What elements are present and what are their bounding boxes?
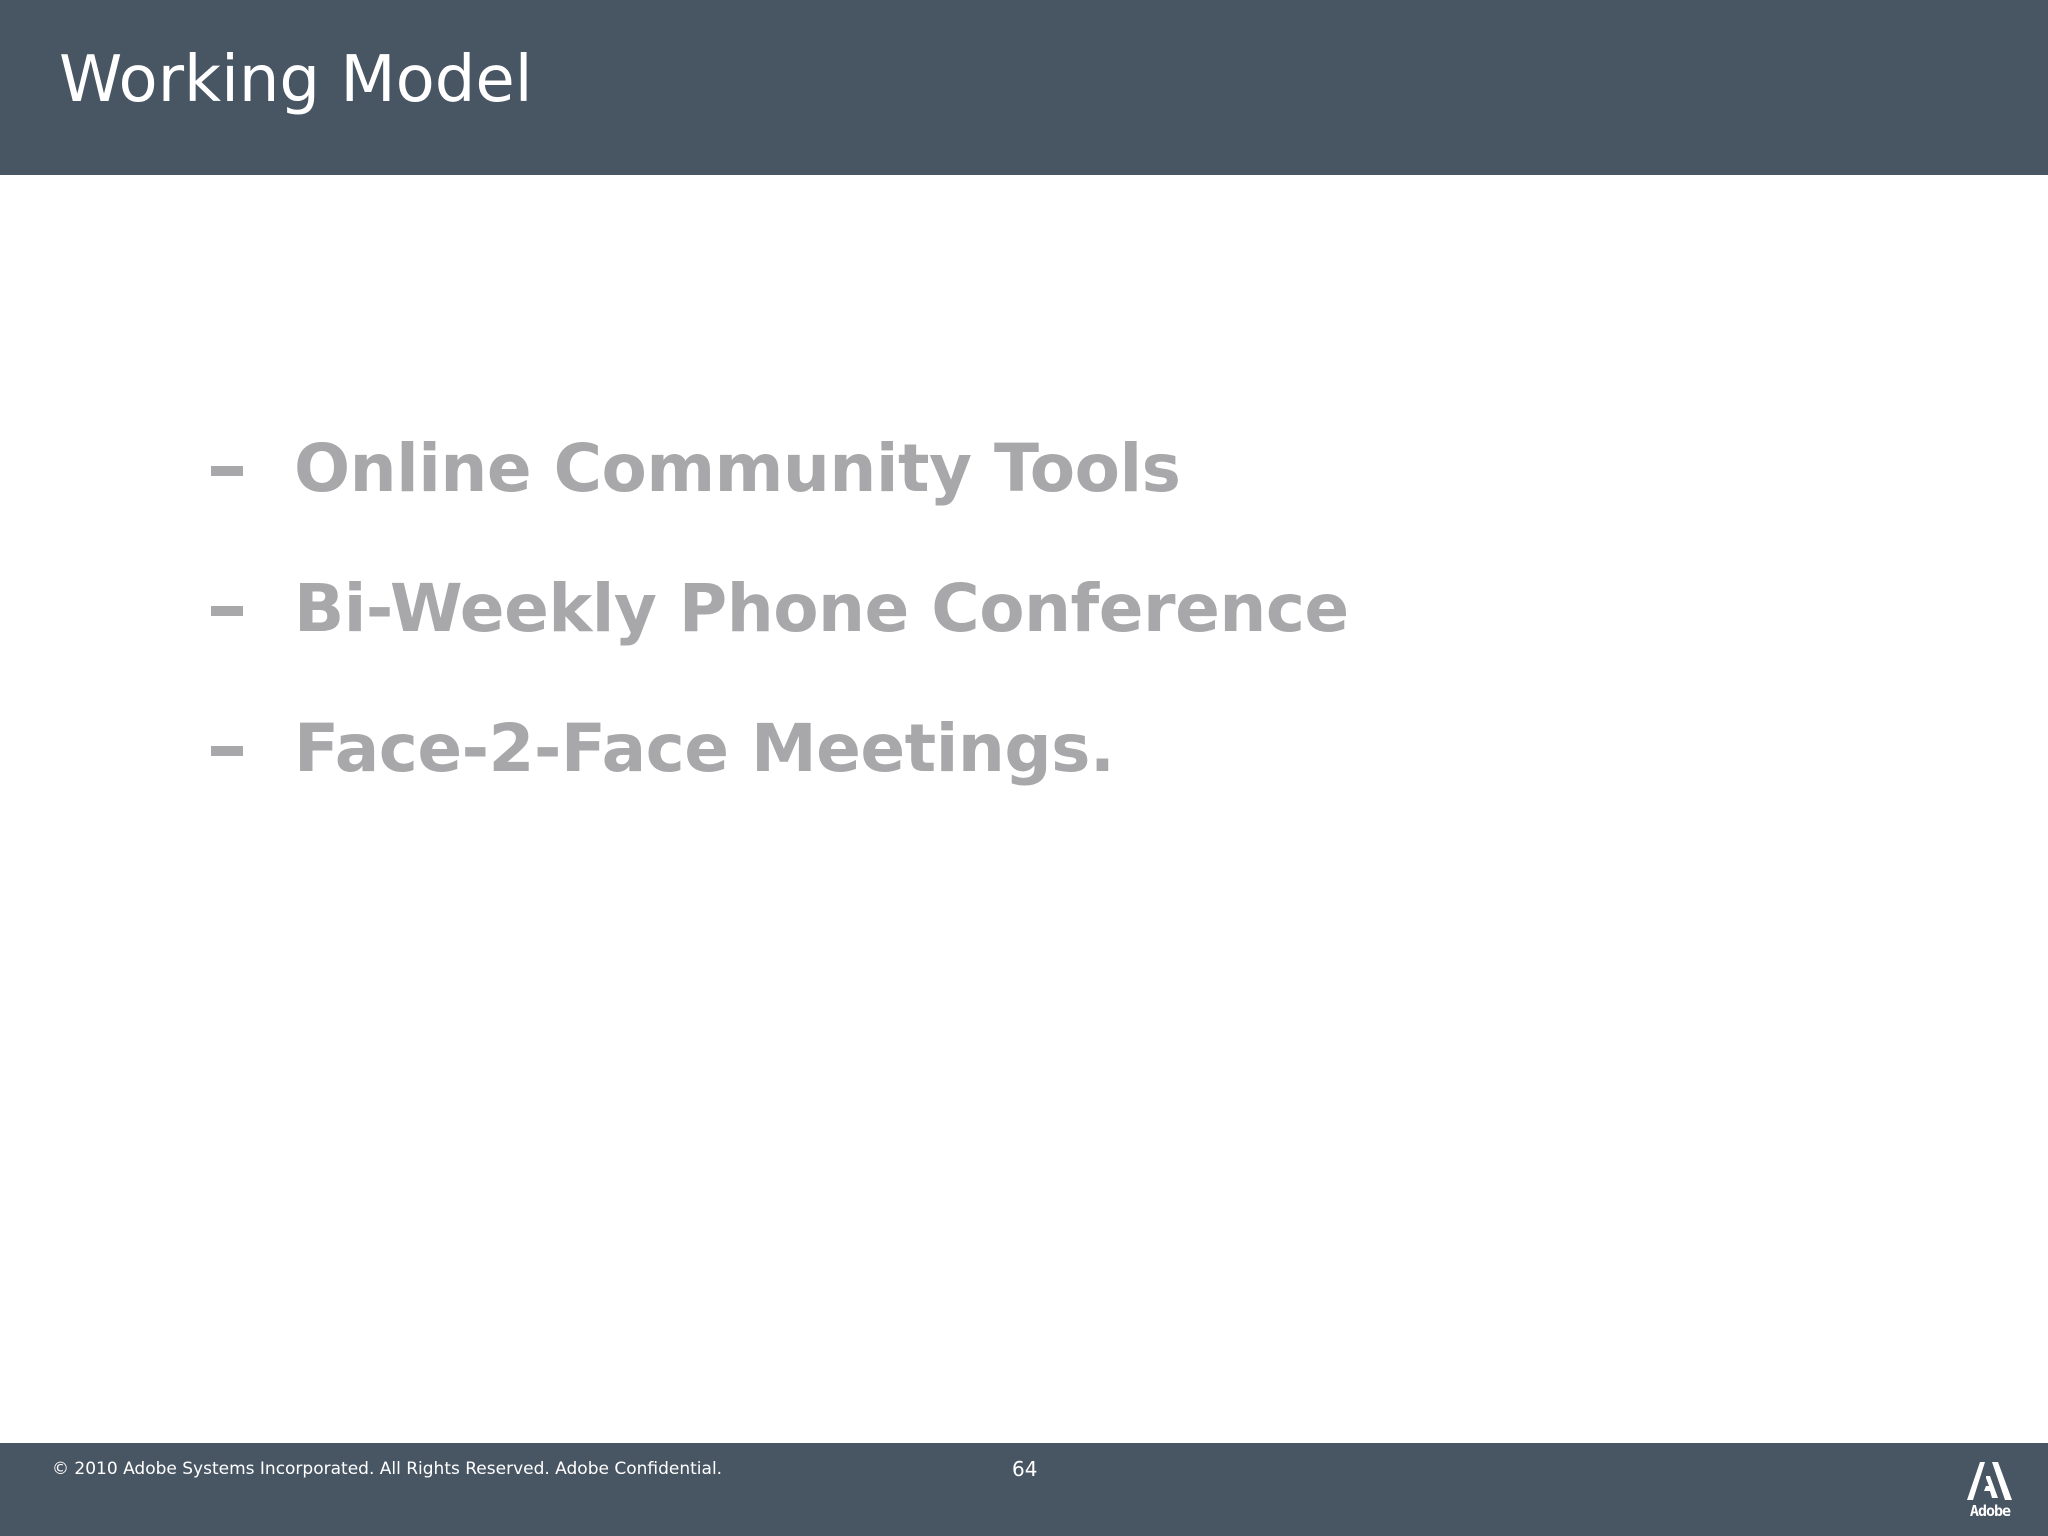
dash-icon [211, 606, 243, 616]
dash-icon [211, 746, 243, 756]
bullet-item: Face-2-Face Meetings. [0, 704, 2048, 794]
copyright-notice: © 2010 Adobe Systems Incorporated. All R… [52, 1459, 723, 1479]
bullet-text: Face-2-Face Meetings. [294, 710, 1115, 787]
logo-wordmark: Adobe [1969, 1502, 2011, 1520]
bullet-item: Bi-Weekly Phone Conference [0, 564, 2048, 654]
bullet-item: Online Community Tools [0, 424, 2048, 514]
adobe-logo-icon: Adobe [1964, 1460, 2016, 1522]
adobe-logo-mark [1967, 1462, 2012, 1500]
dash-icon [211, 466, 243, 476]
bullet-text: Bi-Weekly Phone Conference [294, 570, 1349, 647]
bullet-list: Online Community Tools Bi-Weekly Phone C… [0, 0, 2048, 1536]
bullet-text: Online Community Tools [294, 430, 1181, 507]
page-number: 64 [1012, 1457, 1038, 1481]
